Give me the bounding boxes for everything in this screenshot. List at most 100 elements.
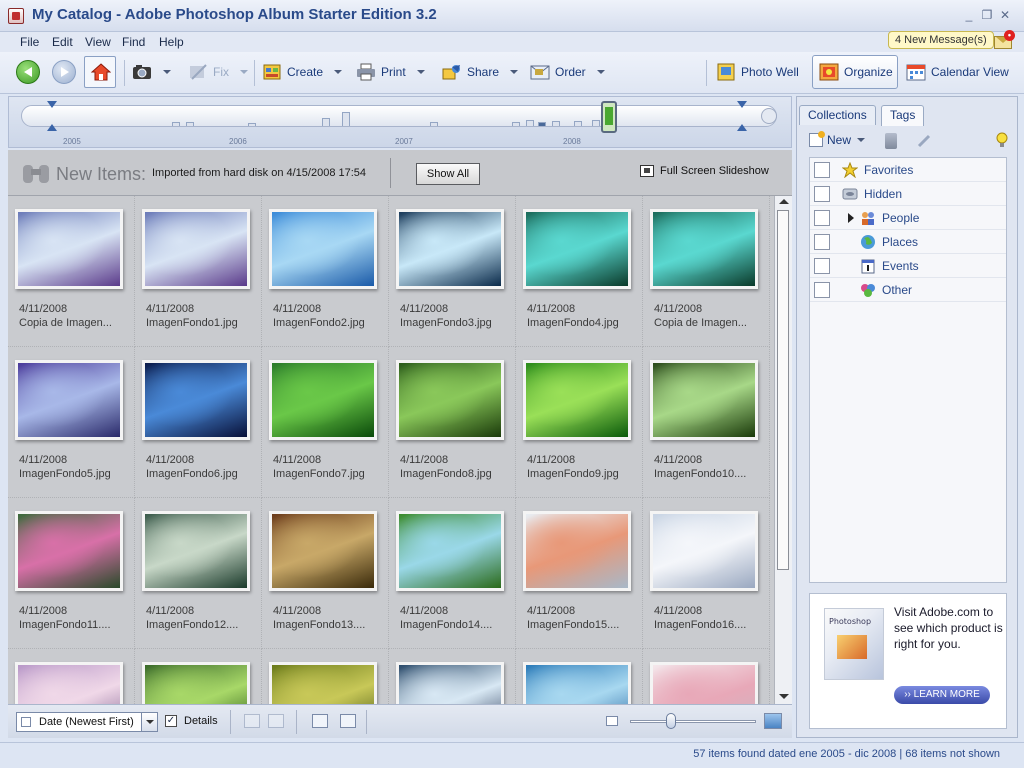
photo-thumbnail[interactable] [15,511,123,591]
tag-checkbox[interactable] [814,162,830,178]
photo-thumbnail[interactable] [142,360,250,440]
new-tag-button[interactable]: New [809,131,866,147]
timeline-start-handle[interactable] [47,101,57,131]
photo-cell[interactable]: 4/11/2008 ImagenFondo7.jpg [262,347,389,498]
tag-row-people[interactable]: People [810,206,1006,230]
photo-cell[interactable] [516,649,643,704]
photo-thumbnail[interactable] [650,511,758,591]
photo-thumbnail[interactable] [396,360,504,440]
menu-view[interactable]: View [85,35,111,49]
print-button[interactable]: Print [356,62,425,82]
order-button[interactable]: Order [530,62,605,82]
photo-thumbnail[interactable] [15,662,123,704]
forward-button[interactable] [52,60,76,84]
home-button[interactable] [84,56,116,88]
photo-thumbnail[interactable] [523,360,631,440]
photo-cell[interactable]: 4/11/2008 ImagenFondo9.jpg [516,347,643,498]
restore-button[interactable]: ❐ [980,8,994,22]
full-screen-slideshow-button[interactable]: Full Screen Slideshow [640,165,769,177]
new-messages-button[interactable]: 4 New Message(s) [888,31,994,49]
scrollbar-thumb[interactable] [777,210,789,570]
large-thumbnails-icon[interactable] [764,713,782,729]
tag-row-events[interactable]: Events [810,254,1006,278]
scroll-up-icon[interactable] [779,199,789,204]
photo-grid-scrollbar[interactable] [774,196,792,704]
tag-checkbox[interactable] [814,258,830,274]
photo-cell[interactable]: 4/11/2008 ImagenFondo13.... [262,498,389,649]
photo-cell[interactable]: 4/11/2008 ImagenFondo12.... [135,498,262,649]
photo-thumbnail[interactable] [15,209,123,289]
lightbulb-icon[interactable] [995,131,1009,149]
photo-cell[interactable] [262,649,389,704]
photo-cell[interactable] [8,649,135,704]
chevron-down-icon[interactable] [141,713,157,731]
photo-cell[interactable]: 4/11/2008 ImagenFondo16.... [643,498,770,649]
timeline-track[interactable] [21,105,777,127]
minimize-button[interactable]: _ [962,8,976,22]
photo-thumbnail[interactable] [523,662,631,704]
fix-button[interactable]: Fix [188,62,248,82]
timeline-right-button[interactable] [761,108,777,124]
tab-tags[interactable]: Tags [881,105,925,126]
photo-thumbnail[interactable] [142,662,250,704]
calendar-view-button[interactable]: Calendar View [906,62,1009,82]
photo-cell[interactable] [135,649,262,704]
tag-checkbox[interactable] [814,186,830,202]
photo-cell[interactable]: 4/11/2008 ImagenFondo11.... [8,498,135,649]
photo-cell[interactable] [643,649,770,704]
rotate-left-icon[interactable] [244,714,260,728]
photo-thumbnail[interactable] [269,209,377,289]
slideshow-view-icon[interactable] [340,714,356,728]
photo-thumbnail[interactable] [396,511,504,591]
camera-button[interactable] [132,62,171,82]
photo-cell[interactable]: 4/11/2008 ImagenFondo14.... [389,498,516,649]
tab-collections[interactable]: Collections [799,105,876,125]
trash-icon[interactable] [885,133,897,149]
photo-cell[interactable] [389,649,516,704]
show-all-button[interactable]: Show All [416,163,480,185]
photo-cell[interactable]: 4/11/2008 ImagenFondo1.jpg [135,196,262,347]
tag-checkbox[interactable] [814,282,830,298]
photo-thumbnail[interactable] [269,360,377,440]
sort-order-select[interactable]: Date (Newest First) [16,712,158,732]
thumbnail-size-slider[interactable] [630,720,756,723]
timeline-marker[interactable] [601,101,617,133]
photo-thumbnail[interactable] [142,511,250,591]
photo-cell[interactable]: 4/11/2008 ImagenFondo4.jpg [516,196,643,347]
menu-edit[interactable]: Edit [52,35,73,49]
photo-thumbnail[interactable] [523,209,631,289]
back-button[interactable] [16,60,40,84]
photo-compare-icon[interactable] [312,714,328,728]
tag-checkbox[interactable] [814,210,830,226]
menu-file[interactable]: File [20,35,39,49]
adobe-ad-box[interactable]: Visit Adobe.com to see which product is … [809,593,1007,729]
tag-row-places[interactable]: Places [810,230,1006,254]
tag-row-favorites[interactable]: Favorites [810,158,1006,182]
menu-help[interactable]: Help [159,35,184,49]
learn-more-button[interactable]: ›› LEARN MORE [894,686,990,704]
photo-thumbnail[interactable] [15,360,123,440]
photo-thumbnail[interactable] [650,662,758,704]
photo-cell[interactable]: 4/11/2008 ImagenFondo2.jpg [262,196,389,347]
photo-cell[interactable]: 4/11/2008 ImagenFondo3.jpg [389,196,516,347]
tag-row-hidden[interactable]: Hidden [810,182,1006,206]
photo-thumbnail[interactable] [396,209,504,289]
small-thumbnails-icon[interactable] [606,716,618,726]
photo-thumbnail[interactable] [269,662,377,704]
photo-thumbnail[interactable] [396,662,504,704]
photo-thumbnail[interactable] [650,360,758,440]
timeline[interactable]: 2005 2006 2007 2008 [8,96,792,148]
photo-cell[interactable]: 4/11/2008 Copia de Imagen... [8,196,135,347]
photo-thumbnail[interactable] [269,511,377,591]
photo-cell[interactable]: 4/11/2008 ImagenFondo10.... [643,347,770,498]
menu-find[interactable]: Find [122,35,145,49]
photo-cell[interactable]: 4/11/2008 ImagenFondo8.jpg [389,347,516,498]
thumbnail-size-handle[interactable] [666,713,676,729]
organize-button[interactable]: Organize [812,55,898,89]
photo-cell[interactable]: 4/11/2008 ImagenFondo15.... [516,498,643,649]
photo-thumbnail[interactable] [523,511,631,591]
pencil-icon[interactable] [917,134,931,148]
expand-arrow-icon[interactable] [848,213,854,223]
timeline-end-handle[interactable] [737,101,747,131]
close-button[interactable]: ✕ [998,8,1012,22]
